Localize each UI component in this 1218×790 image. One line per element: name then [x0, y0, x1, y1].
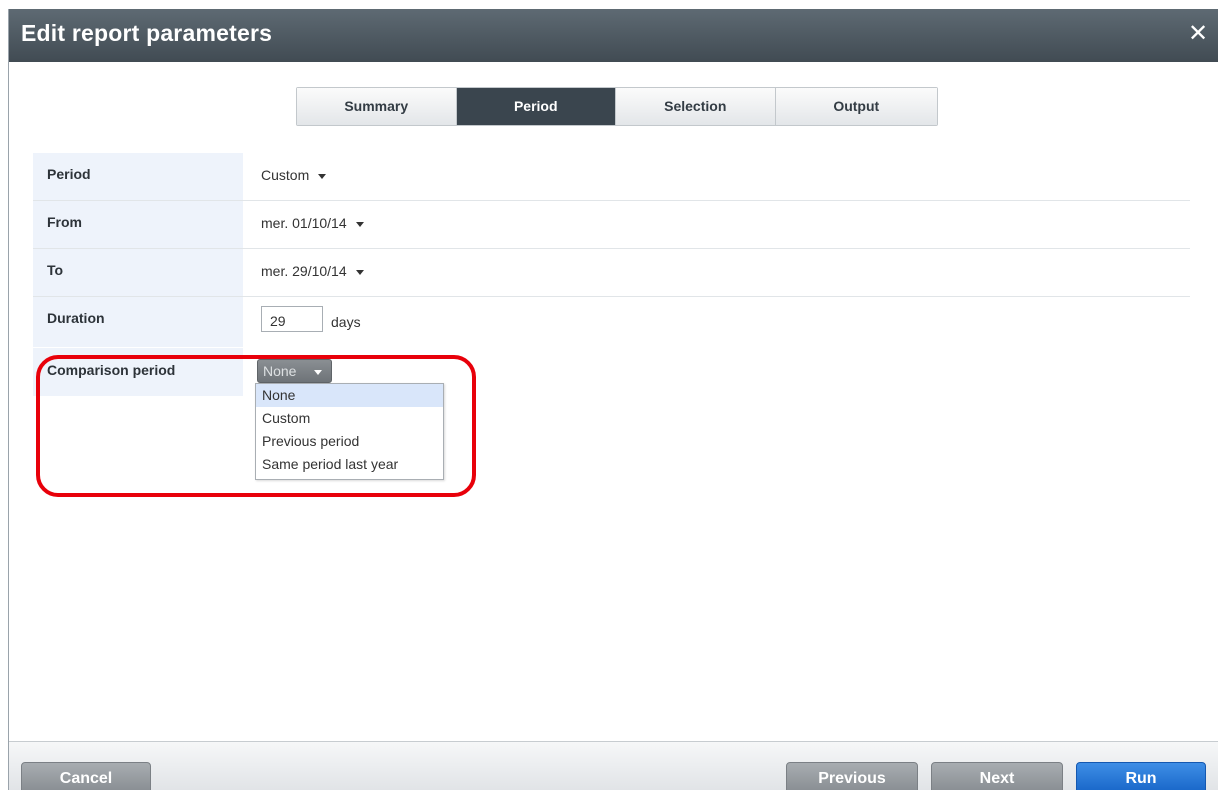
cancel-button[interactable]: Cancel — [21, 762, 151, 790]
dropdown-option-same-period-last-year[interactable]: Same period last year — [256, 453, 443, 476]
previous-button[interactable]: Previous — [786, 762, 918, 790]
from-label: From — [33, 201, 243, 248]
duration-unit: days — [331, 313, 361, 330]
comparison-period-select[interactable]: None — [257, 359, 332, 383]
tab-summary[interactable]: Summary — [297, 88, 457, 125]
duration-input[interactable] — [261, 306, 323, 332]
comparison-period-label: Comparison period — [47, 362, 176, 378]
tab-period[interactable]: Period — [456, 88, 616, 125]
tab-bar: Summary Period Selection Output — [296, 87, 938, 126]
run-button[interactable]: Run — [1076, 762, 1206, 790]
edit-report-dialog: Edit report parameters ✕ Summary Period … — [8, 9, 1218, 790]
to-date-value: mer. 29/10/14 — [261, 263, 347, 279]
tab-output[interactable]: Output — [775, 88, 937, 125]
dialog-titlebar: Edit report parameters ✕ — [9, 9, 1218, 62]
period-form: Period Custom From mer. 01/10/14 To mer.… — [33, 153, 1190, 347]
next-button[interactable]: Next — [931, 762, 1063, 790]
tab-selection[interactable]: Selection — [616, 88, 776, 125]
comparison-select-value: None — [263, 363, 297, 379]
to-date-select[interactable]: mer. 29/10/14 — [261, 263, 364, 279]
from-date-select[interactable]: mer. 01/10/14 — [261, 215, 364, 231]
from-row: From mer. 01/10/14 — [33, 201, 1190, 249]
period-row: Period Custom — [33, 153, 1190, 201]
period-select-value: Custom — [261, 167, 310, 183]
dropdown-option-custom[interactable]: Custom — [256, 407, 443, 430]
duration-label: Duration — [33, 297, 243, 347]
chevron-down-icon — [314, 370, 322, 375]
dialog-footer: Cancel Previous Next Run — [9, 741, 1218, 790]
to-label: To — [33, 249, 243, 296]
period-select[interactable]: Custom — [261, 167, 327, 183]
dropdown-option-none[interactable]: None — [256, 384, 443, 407]
duration-control: days — [261, 306, 361, 332]
chevron-down-icon — [318, 173, 327, 179]
from-date-value: mer. 01/10/14 — [261, 215, 347, 231]
comparison-dropdown-list: None Custom Previous period Same period … — [255, 383, 444, 480]
chevron-down-icon — [355, 269, 364, 275]
dialog-title: Edit report parameters — [21, 20, 273, 46]
period-label: Period — [33, 153, 243, 200]
chevron-down-icon — [355, 221, 364, 227]
duration-row: Duration days — [33, 297, 1190, 347]
close-icon[interactable]: ✕ — [1186, 21, 1210, 47]
dropdown-option-previous-period[interactable]: Previous period — [256, 430, 443, 453]
to-row: To mer. 29/10/14 — [33, 249, 1190, 297]
